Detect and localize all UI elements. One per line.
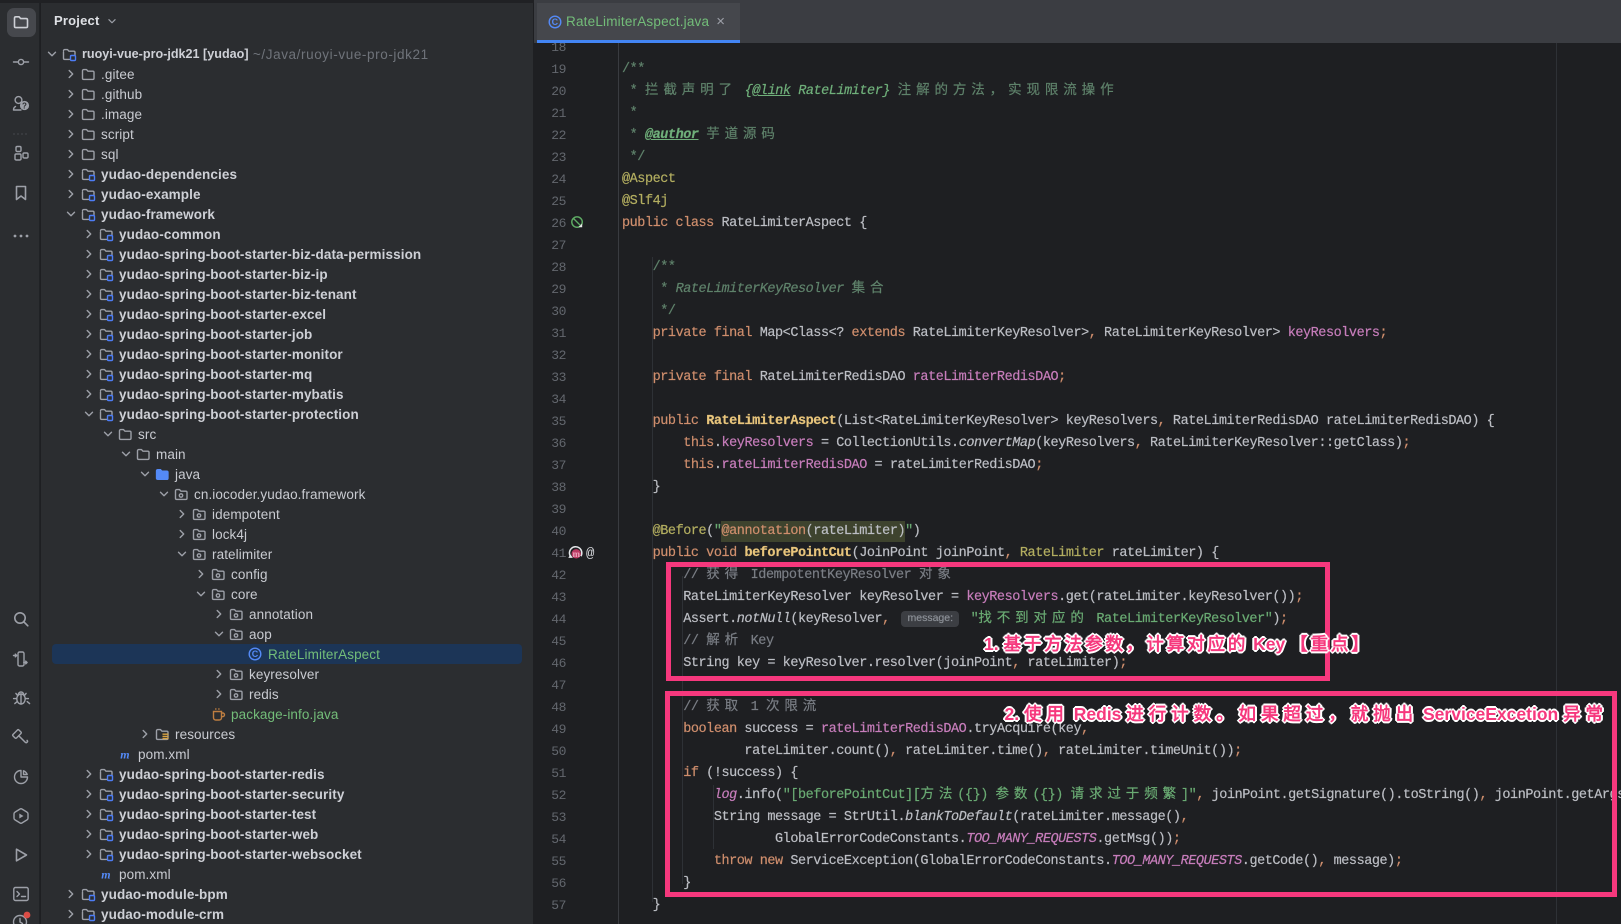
svg-text:?: ? <box>22 102 27 111</box>
svg-text:m: m <box>572 549 580 559</box>
